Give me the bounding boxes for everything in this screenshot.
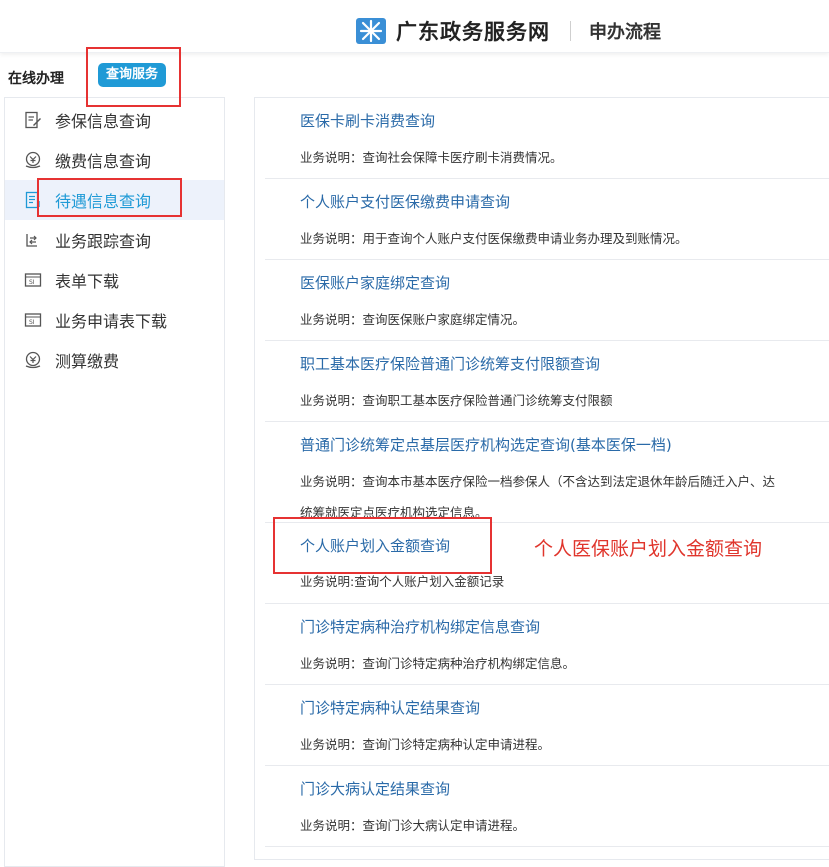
- service-description: 业务说明：查询医保账户家庭绑定情况。: [300, 312, 526, 327]
- site-header: 广东政务服务网 申办流程: [0, 0, 829, 53]
- annotation-label: 个人医保账户划入金额查询: [534, 538, 763, 560]
- site-logo[interactable]: 广东政务服务网 申办流程: [356, 16, 661, 46]
- sidebar: 参保信息查询 缴费信息查询 待遇信息查询 业务跟踪查询 SI 表单下载 SI 业…: [4, 97, 225, 867]
- online-handling-title: 在线办理: [8, 71, 64, 87]
- sidebar-item-application-form-download[interactable]: SI 业务申请表下载: [5, 300, 224, 340]
- service-title-link[interactable]: 职工基本医疗保险普通门诊统筹支付限额查询: [300, 353, 600, 374]
- service-list: 医保卡刷卡消费查询 业务说明：查询社会保障卡医疗刷卡消费情况。 个人账户支付医保…: [254, 97, 829, 860]
- form-download-icon: SI: [23, 310, 43, 330]
- service-description: 业务说明：查询门诊特定病种治疗机构绑定信息。: [300, 656, 576, 671]
- list-item: 门诊特定病种认定结果查询 业务说明：查询门诊特定病种认定申请进程。: [265, 685, 829, 766]
- sidebar-item-insured-info[interactable]: 参保信息查询: [5, 100, 224, 140]
- form-download-icon: SI: [23, 270, 43, 290]
- service-description: 业务说明：查询社会保障卡医疗刷卡消费情况。: [300, 150, 563, 165]
- sidebar-item-calculate-payment[interactable]: 测算缴费: [5, 340, 224, 380]
- service-description: 业务说明:查询个人账户划入金额记录: [300, 574, 505, 589]
- query-service-button[interactable]: 查询服务: [98, 63, 167, 87]
- service-title-link[interactable]: 个人账户支付医保缴费申请查询: [300, 191, 510, 212]
- list-item: 门诊大病认定结果查询 业务说明：查询门诊大病认定申请进程。: [265, 766, 829, 847]
- sidebar-item-payment-info[interactable]: 缴费信息查询: [5, 140, 224, 180]
- sidebar-item-label: 待遇信息查询: [55, 192, 152, 211]
- service-title-link[interactable]: 门诊大病认定结果查询: [300, 778, 450, 799]
- svg-text:SI: SI: [29, 319, 35, 326]
- service-description: 业务说明：查询本市基本医疗保险一档参保人（不含达到法定退休年龄后随迁入户、达: [300, 474, 776, 489]
- service-title-link[interactable]: 门诊特定病种治疗机构绑定信息查询: [300, 616, 540, 637]
- sidebar-item-label: 缴费信息查询: [55, 152, 152, 171]
- service-title-link[interactable]: 个人账户划入金额查询: [300, 535, 450, 556]
- list-item: 个人账户支付医保缴费申请查询 业务说明：用于查询个人账户支付医保缴费申请业务办理…: [265, 179, 829, 260]
- sidebar-item-label: 业务跟踪查询: [55, 232, 152, 251]
- svg-text:SI: SI: [29, 279, 35, 286]
- sidebar-item-label: 业务申请表下载: [55, 312, 168, 331]
- sidebar-item-label: 表单下载: [55, 272, 120, 291]
- document-list-icon: [23, 190, 43, 210]
- sidebar-item-benefit-info[interactable]: 待遇信息查询: [5, 180, 224, 220]
- site-name: 广东政务服务网: [396, 20, 550, 44]
- list-item: 普通门诊统筹定点基层医疗机构选定查询(基本医保一档) 业务说明：查询本市基本医疗…: [265, 422, 829, 523]
- page-subtitle: 申办流程: [589, 22, 661, 43]
- sidebar-item-business-tracking[interactable]: 业务跟踪查询: [5, 220, 224, 260]
- service-title-link[interactable]: 医保账户家庭绑定查询: [300, 272, 450, 293]
- list-item: 医保卡刷卡消费查询 业务说明：查询社会保障卡医疗刷卡消费情况。: [265, 98, 829, 179]
- list-item: 医保账户家庭绑定查询 业务说明：查询医保账户家庭绑定情况。: [265, 260, 829, 341]
- service-description: 业务说明：用于查询个人账户支付医保缴费申请业务办理及到账情况。: [300, 231, 688, 246]
- header-divider: [570, 21, 571, 41]
- sidebar-item-label: 参保信息查询: [55, 112, 152, 131]
- service-description: 业务说明：查询门诊大病认定申请进程。: [300, 818, 526, 833]
- sidebar-item-form-download[interactable]: SI 表单下载: [5, 260, 224, 300]
- tracking-icon: [23, 230, 43, 250]
- service-title-link[interactable]: 医保卡刷卡消费查询: [300, 110, 435, 131]
- logo-icon: [356, 18, 386, 44]
- payment-icon: [23, 150, 43, 170]
- list-item: 职工基本医疗保险普通门诊统筹支付限额查询 业务说明：查询职工基本医疗保险普通门诊…: [265, 341, 829, 422]
- service-description: 业务说明：查询职工基本医疗保险普通门诊统筹支付限额: [300, 393, 613, 408]
- sidebar-item-label: 测算缴费: [55, 352, 120, 371]
- calculator-icon: [23, 350, 43, 370]
- service-description: 业务说明：查询门诊特定病种认定申请进程。: [300, 737, 551, 752]
- service-title-link[interactable]: 门诊特定病种认定结果查询: [300, 697, 480, 718]
- sub-navigation: 在线办理 查询服务: [0, 58, 829, 94]
- list-item: 门诊特定病种治疗机构绑定信息查询 业务说明：查询门诊特定病种治疗机构绑定信息。: [265, 604, 829, 685]
- service-title-link[interactable]: 普通门诊统筹定点基层医疗机构选定查询(基本医保一档): [300, 434, 672, 455]
- edit-document-icon: [23, 110, 43, 130]
